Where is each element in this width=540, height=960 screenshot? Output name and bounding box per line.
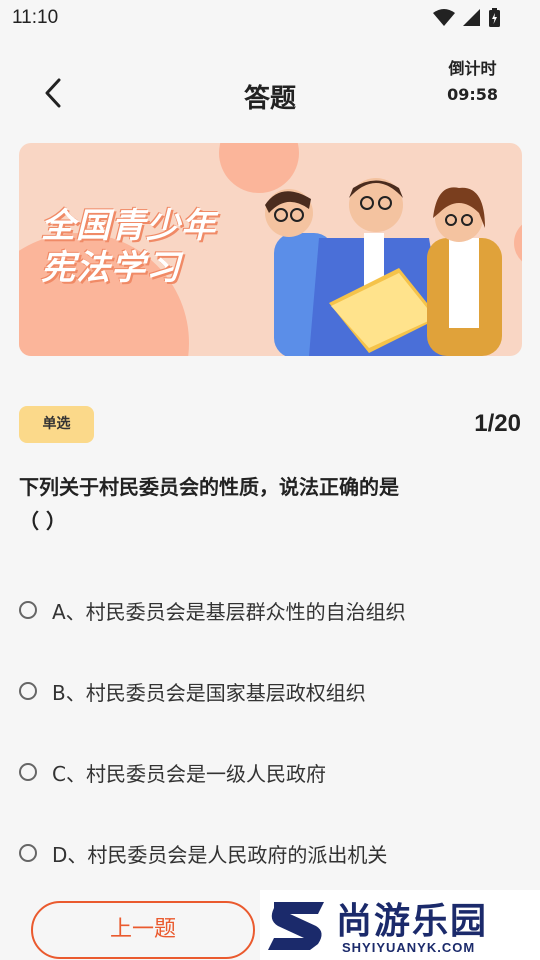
- radio-icon[interactable]: [19, 601, 37, 619]
- question-progress: 1/20: [474, 410, 521, 437]
- watermark-title: 尚游乐园: [336, 901, 489, 942]
- countdown-value: 09:58: [447, 85, 498, 104]
- radio-icon[interactable]: [19, 763, 37, 781]
- watermark-logo-icon: [268, 902, 324, 950]
- status-icons: [433, 8, 500, 27]
- banner: 全国青少年 宪法学习: [19, 143, 522, 356]
- question-line-2: （ ）: [19, 509, 66, 533]
- banner-line-2: 宪法学习: [41, 248, 181, 288]
- status-time: 11:10: [12, 7, 59, 28]
- watermark: 尚游乐园 SHYIYUANYK.COM: [260, 890, 540, 960]
- option-label: D、村民委员会是人民政府的派出机关: [52, 842, 388, 867]
- radio-icon[interactable]: [19, 682, 37, 700]
- status-bar: 11:10: [0, 0, 540, 36]
- option-label: C、村民委员会是一级人民政府: [52, 761, 326, 786]
- option-label: A、村民委员会是基层群众性的自治组织: [52, 599, 406, 624]
- option-a[interactable]: A、村民委员会是基层群众性的自治组织: [19, 590, 406, 630]
- option-c[interactable]: C、村民委员会是一级人民政府: [19, 752, 326, 792]
- watermark-url: SHYIYUANYK.COM: [342, 940, 476, 955]
- question-line-1: 下列关于村民委员会的性质，说法正确的是: [19, 475, 399, 499]
- signal-icon: [463, 8, 480, 26]
- previous-question-button[interactable]: 上一题: [31, 901, 255, 959]
- option-b[interactable]: B、村民委员会是国家基层政权组织: [19, 671, 366, 711]
- option-d[interactable]: D、村民委员会是人民政府的派出机关: [19, 833, 387, 873]
- wifi-icon: [433, 8, 455, 26]
- banner-line-1: 全国青少年: [41, 206, 216, 246]
- radio-icon[interactable]: [19, 844, 37, 862]
- question-type-badge: 单选: [19, 406, 94, 443]
- countdown-label: 倒计时: [448, 59, 497, 78]
- banner-headline: 全国青少年 宪法学习: [41, 205, 216, 289]
- countdown-timer: 倒计时 09:58: [447, 56, 498, 108]
- battery-icon: [489, 8, 500, 27]
- option-label: B、村民委员会是国家基层政权组织: [52, 680, 366, 705]
- question-text: 下列关于村民委员会的性质，说法正确的是 （ ）: [19, 470, 489, 538]
- header: 答题 倒计时 09:58: [0, 36, 540, 136]
